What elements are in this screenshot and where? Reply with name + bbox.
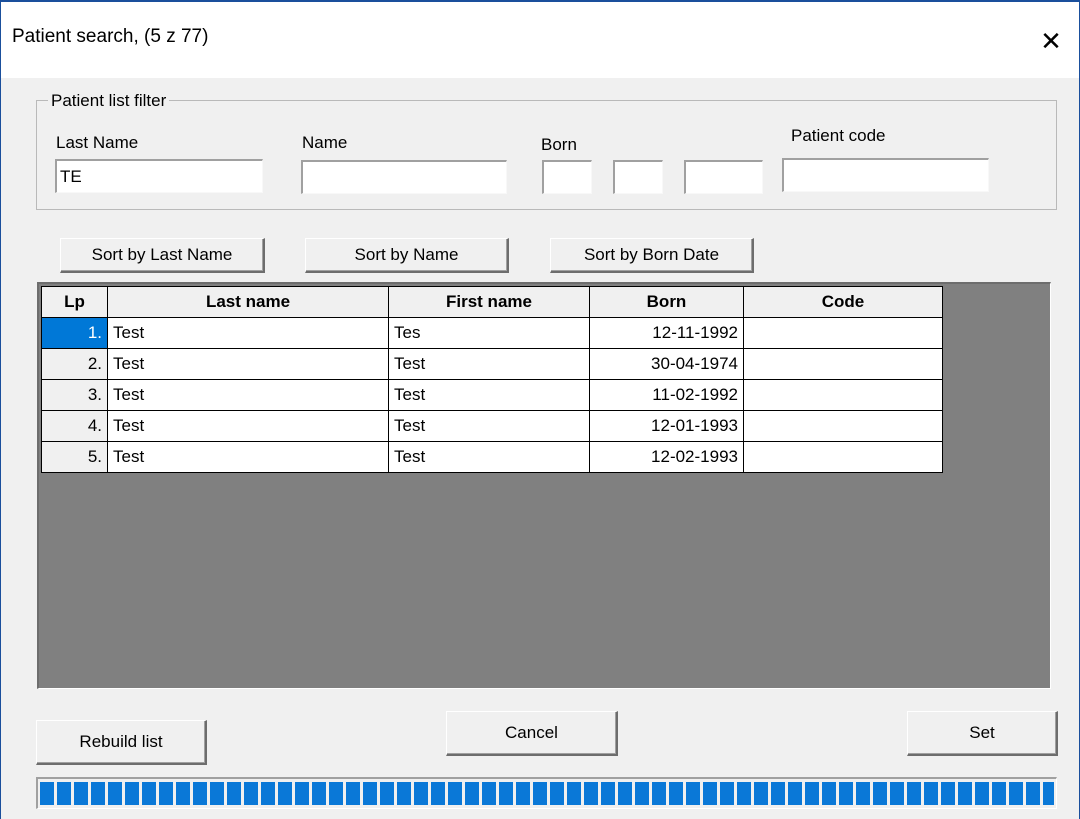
progress-bar-fill (40, 782, 1054, 805)
table-row[interactable]: 5. Test Test 12-02-1993 (41, 441, 943, 473)
progress-bar (36, 777, 1057, 809)
table-header-row: Lp Last name First name Born Code (41, 286, 943, 318)
column-header-born[interactable]: Born (589, 286, 744, 318)
filter-group-label: Patient list filter (48, 91, 170, 111)
born-year-input[interactable] (684, 160, 763, 194)
patient-code-input[interactable] (782, 158, 989, 192)
last-name-cell[interactable]: Test (107, 441, 389, 473)
first-name-cell[interactable]: Test (388, 410, 590, 442)
last-name-cell[interactable]: Test (107, 348, 389, 380)
born-cell[interactable]: 12-02-1993 (589, 441, 744, 473)
rebuild-list-button[interactable]: Rebuild list (36, 720, 207, 765)
code-cell[interactable] (743, 348, 943, 380)
last-name-cell[interactable]: Test (107, 379, 389, 411)
patient-table: Lp Last name First name Born Code 1. Tes… (41, 286, 943, 473)
last-name-input[interactable] (55, 159, 263, 193)
column-header-code[interactable]: Code (743, 286, 943, 318)
dialog-title: Patient search, (5 z 77) (12, 26, 209, 47)
patient-code-label: Patient code (791, 126, 886, 145)
last-name-label: Last Name (56, 133, 139, 152)
last-name-cell[interactable]: Test (107, 317, 389, 349)
born-cell[interactable]: 11-02-1992 (589, 379, 744, 411)
column-header-last-name[interactable]: Last name (107, 286, 389, 318)
sort-by-name-button[interactable]: Sort by Name (305, 238, 509, 273)
row-number-cell[interactable]: 1. (41, 317, 108, 349)
table-row[interactable]: 4. Test Test 12-01-1993 (41, 410, 943, 442)
sort-by-born-date-button[interactable]: Sort by Born Date (550, 238, 754, 273)
row-number-cell[interactable]: 4. (41, 410, 108, 442)
row-number-cell[interactable]: 5. (41, 441, 108, 473)
row-number-cell[interactable]: 2. (41, 348, 108, 380)
born-month-input[interactable] (613, 160, 663, 194)
code-cell[interactable] (743, 410, 943, 442)
set-button[interactable]: Set (907, 711, 1058, 756)
close-button[interactable]: ✕ (1022, 12, 1080, 70)
table-row[interactable]: 3. Test Test 11-02-1992 (41, 379, 943, 411)
close-icon: ✕ (1040, 25, 1062, 56)
column-header-lp[interactable]: Lp (41, 286, 108, 318)
born-cell[interactable]: 12-11-1992 (589, 317, 744, 349)
patient-grid[interactable]: Lp Last name First name Born Code 1. Tes… (37, 282, 1051, 689)
name-label: Name (302, 133, 348, 152)
name-input[interactable] (301, 160, 507, 194)
title-bar[interactable]: Patient search, (5 z 77) ✕ (0, 2, 1080, 78)
table-row[interactable]: 2. Test Test 30-04-1974 (41, 348, 943, 380)
patient-search-dialog: Patient search, (5 z 77) ✕ Patient list … (0, 0, 1080, 819)
born-cell[interactable]: 12-01-1993 (589, 410, 744, 442)
first-name-cell[interactable]: Test (388, 379, 590, 411)
code-cell[interactable] (743, 317, 943, 349)
cancel-button[interactable]: Cancel (446, 711, 618, 756)
born-label: Born (541, 135, 577, 154)
last-name-cell[interactable]: Test (107, 410, 389, 442)
column-header-first-name[interactable]: First name (388, 286, 590, 318)
window-border-left (0, 2, 1, 819)
first-name-cell[interactable]: Tes (388, 317, 590, 349)
row-number-cell[interactable]: 3. (41, 379, 108, 411)
code-cell[interactable] (743, 441, 943, 473)
table-row[interactable]: 1. Test Tes 12-11-1992 (41, 317, 943, 349)
born-day-input[interactable] (542, 160, 592, 194)
first-name-cell[interactable]: Test (388, 441, 590, 473)
sort-by-last-name-button[interactable]: Sort by Last Name (60, 238, 265, 273)
born-cell[interactable]: 30-04-1974 (589, 348, 744, 380)
first-name-cell[interactable]: Test (388, 348, 590, 380)
code-cell[interactable] (743, 379, 943, 411)
